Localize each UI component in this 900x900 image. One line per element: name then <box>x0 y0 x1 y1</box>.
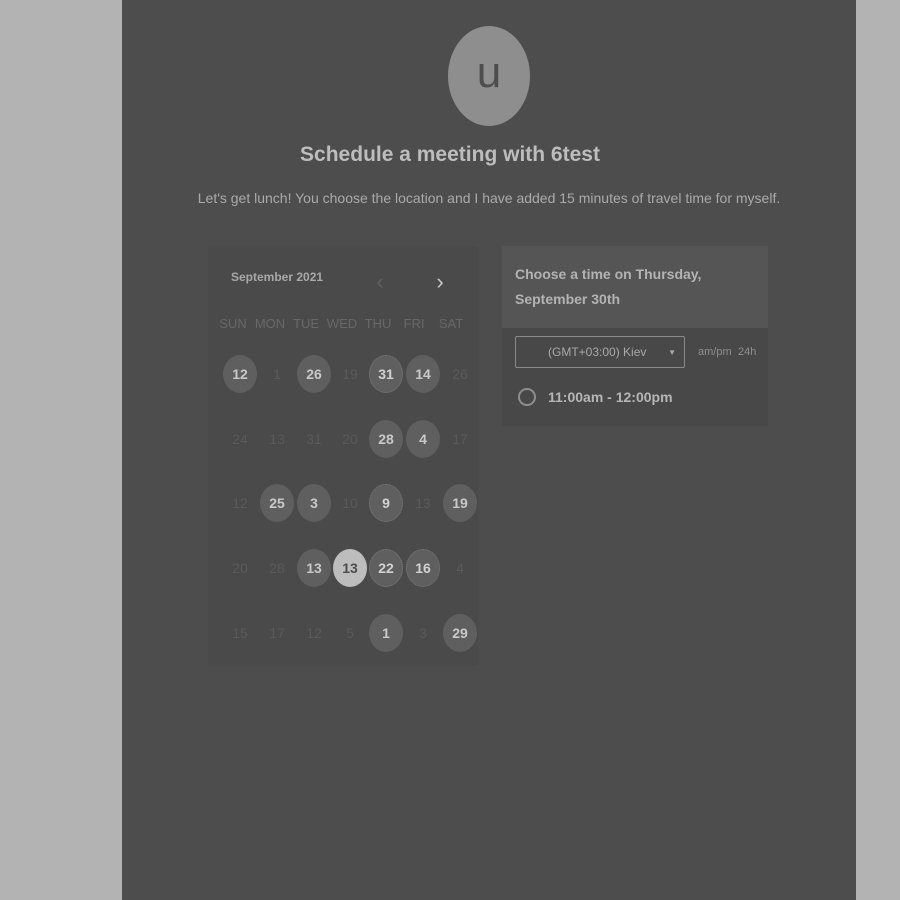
radio-icon[interactable] <box>518 388 536 406</box>
calendar-day: 17 <box>452 431 468 447</box>
calendar-day: 31 <box>306 431 322 447</box>
calendar-day[interactable]: 25 <box>260 484 294 522</box>
calendar-day: 28 <box>269 560 285 576</box>
calendar-day[interactable]: 22 <box>369 549 403 587</box>
calendar-day: 12 <box>306 625 322 641</box>
calendar-day[interactable]: 14 <box>406 355 440 393</box>
avatar: u <box>448 26 530 126</box>
page-title: Schedule a meeting with 6test <box>300 143 600 166</box>
calendar-day[interactable]: 3 <box>297 484 331 522</box>
time-slot-label: 11:00am - 12:00pm <box>548 389 673 405</box>
calendar-day[interactable]: 31 <box>369 355 403 393</box>
calendar-day: 5 <box>346 625 354 641</box>
calendar-day: 10 <box>342 495 358 511</box>
timezone-select[interactable]: (GMT+03:00) Kiev ▼ <box>515 336 685 368</box>
calendar-day[interactable]: 9 <box>369 484 403 522</box>
calendar-day: 20 <box>232 560 248 576</box>
calendar-day[interactable]: 29 <box>443 614 477 652</box>
calendar-day: 4 <box>456 560 464 576</box>
calendar-day[interactable]: 4 <box>406 420 440 458</box>
calendar-day[interactable]: 1 <box>369 614 403 652</box>
calendar-day-selected[interactable]: 13 <box>333 549 367 587</box>
calendar-day[interactable]: 13 <box>297 549 331 587</box>
calendar-day: 13 <box>269 431 285 447</box>
calendar-day[interactable]: 16 <box>406 549 440 587</box>
meeting-description: Let's get lunch! You choose the location… <box>197 190 781 206</box>
calendar-day: 15 <box>232 625 248 641</box>
format-ampm-toggle[interactable]: am/pm <box>698 346 732 358</box>
month-label: September 2021 <box>231 270 324 284</box>
time-heading: Choose a time on Thursday, September 30t… <box>515 266 702 307</box>
calendar-day: 1 <box>273 366 281 382</box>
calendar-day: 19 <box>342 366 358 382</box>
calendar-day: 3 <box>419 625 427 641</box>
weekday-label: SUN <box>219 316 247 331</box>
timezone-value: (GMT+03:00) Kiev <box>548 345 647 359</box>
weekday-label: THU <box>364 316 392 331</box>
chevron-left-icon[interactable]: ‹ <box>370 269 390 294</box>
weekday-label: TUE <box>293 316 319 331</box>
calendar-day: 17 <box>269 625 285 641</box>
weekday-label: WED <box>326 316 358 331</box>
calendar-day[interactable]: 12 <box>223 355 257 393</box>
weekday-label: FRI <box>403 316 425 331</box>
calendar-day: 12 <box>232 495 248 511</box>
calendar-day[interactable]: 26 <box>297 355 331 393</box>
format-24h-toggle[interactable]: 24h <box>738 346 756 358</box>
calendar-day: 26 <box>452 366 468 382</box>
calendar-day: 20 <box>342 431 358 447</box>
time-slot[interactable]: 11:00am - 12:00pm <box>518 388 673 406</box>
calendar-day: 24 <box>232 431 248 447</box>
avatar-letter: u <box>476 48 502 97</box>
weekday-label: SAT <box>438 316 464 331</box>
calendar-day[interactable]: 28 <box>369 420 403 458</box>
calendar-day[interactable]: 19 <box>443 484 477 522</box>
weekday-label: MON <box>254 316 286 331</box>
caret-down-icon: ▼ <box>668 347 676 357</box>
calendar-day: 13 <box>415 495 431 511</box>
chevron-right-icon[interactable]: › <box>430 269 450 294</box>
